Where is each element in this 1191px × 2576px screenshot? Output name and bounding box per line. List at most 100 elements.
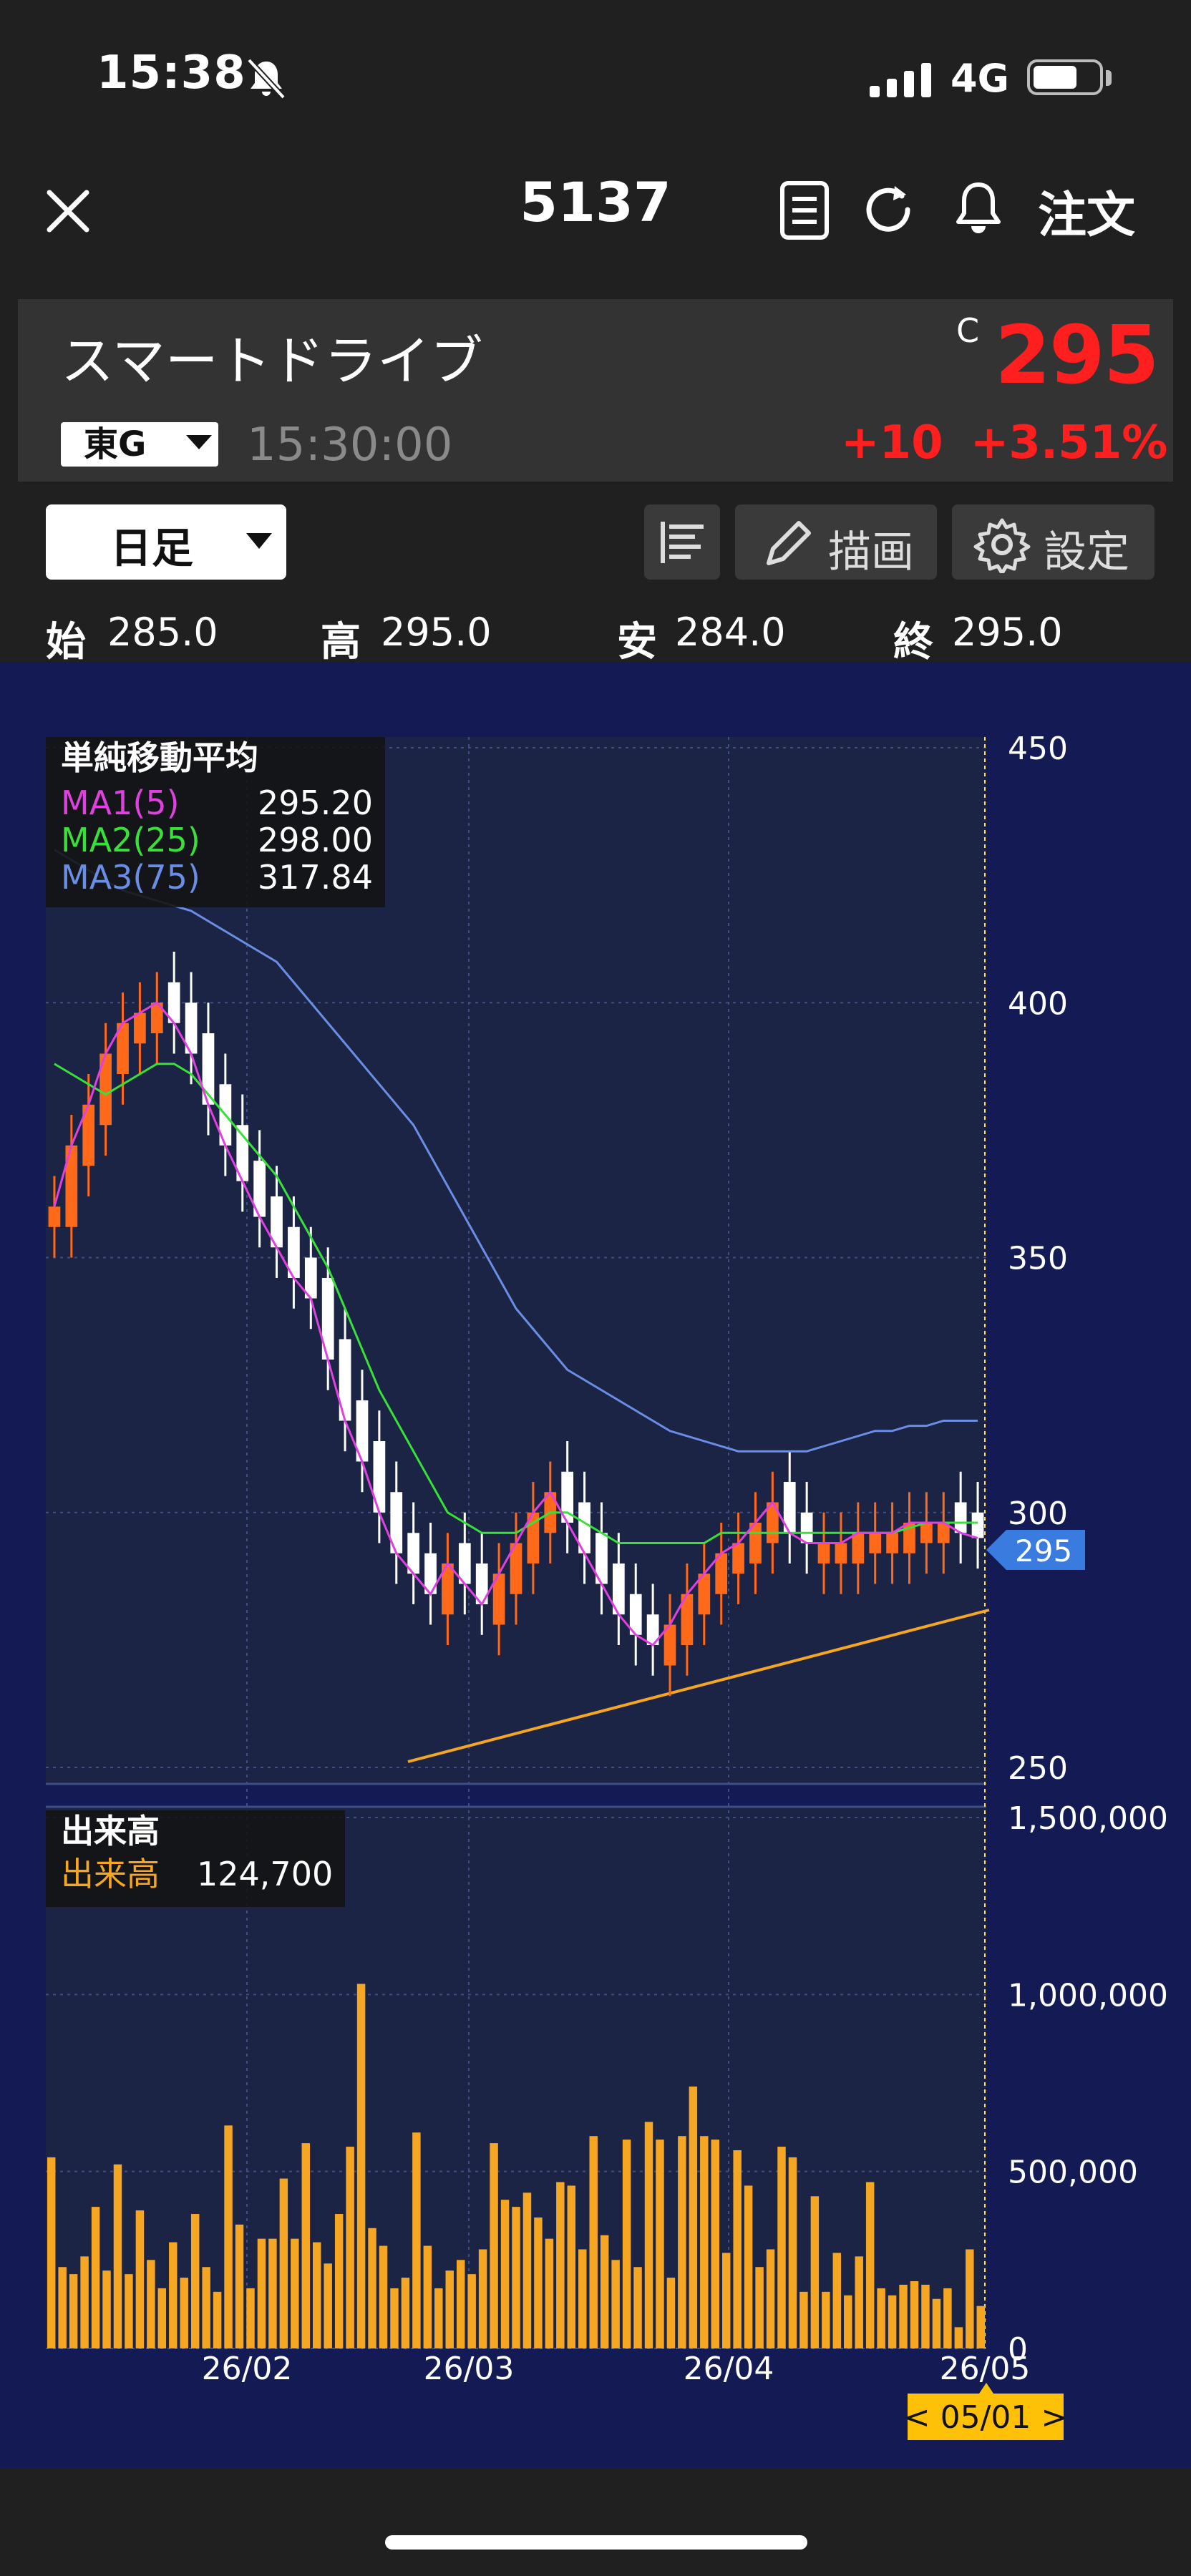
volume-bar [478, 2249, 487, 2348]
volume-bar [522, 2192, 532, 2348]
volume-bar [456, 2260, 465, 2348]
volume-tick-label: 1,000,000 [1008, 1977, 1168, 2014]
ma3-value: 317.84 [258, 858, 373, 897]
volume-bar [47, 2157, 56, 2348]
volume-bar [567, 2185, 576, 2348]
volume-bar [888, 2295, 897, 2348]
volume-bar [622, 2140, 631, 2348]
volume-bar [346, 2147, 354, 2348]
price-tick-label: 450 [1008, 731, 1068, 767]
date-tick-label: 26/05 [940, 2351, 1031, 2387]
date-cursor-label: < 05/01 > [904, 2399, 1068, 2436]
candle-body [48, 1206, 61, 1227]
volume-bar [966, 2249, 974, 2348]
volume-bar [721, 2253, 731, 2348]
volume-bar [600, 2235, 609, 2348]
volume-series-value: 124,700 [197, 1855, 333, 1893]
candle-body [732, 1543, 744, 1574]
volume-bar [401, 2278, 410, 2348]
volume-bar [534, 2217, 543, 2348]
volume-bar [379, 2245, 388, 2348]
volume-bar [356, 1984, 366, 2348]
volume-bar [788, 2157, 797, 2348]
price-tick-label: 400 [1008, 985, 1068, 1022]
volume-bar [832, 2253, 842, 2348]
ma-legend-title: 単純移動平均 [61, 738, 258, 777]
volume-bar [91, 2207, 100, 2348]
price-tick-label: 250 [1008, 1750, 1068, 1787]
volume-bar [799, 2291, 808, 2348]
volume-bar [301, 2143, 311, 2348]
volume-bar [656, 2140, 664, 2348]
volume-bar [313, 2242, 321, 2348]
volume-bar [412, 2132, 421, 2348]
volume-bar [190, 2214, 200, 2348]
volume-bar [324, 2263, 332, 2348]
volume-bar [910, 2281, 919, 2348]
candle-body [817, 1543, 830, 1563]
candle-body [835, 1543, 847, 1563]
volume-bar [224, 2125, 233, 2348]
volume-bar [334, 2214, 344, 2348]
volume-bar [700, 2136, 709, 2348]
volume-bar [180, 2278, 188, 2348]
volume-bar [169, 2242, 178, 2348]
candle-body [954, 1502, 967, 1533]
volume-bar [157, 2288, 167, 2348]
volume-bar [877, 2288, 885, 2348]
volume-bar [467, 2274, 476, 2348]
volume-bar [921, 2284, 930, 2348]
volume-bar [711, 2140, 719, 2348]
volume-bar [777, 2147, 786, 2348]
volume-bar [246, 2288, 255, 2348]
volume-bar [58, 2267, 67, 2348]
volume-bar [368, 2228, 376, 2348]
current-price-tag-label: 295 [1015, 1533, 1072, 1568]
ma1-value: 295.20 [258, 784, 373, 822]
chart-svg[interactable]: 450 400 350 300 250 1,500,000 1,000,000 500,000… [0, 0, 1191, 2576]
volume-bar [147, 2260, 155, 2348]
price-tick-label: 300 [1008, 1496, 1068, 1532]
volume-bar [390, 2288, 399, 2348]
volume-bar [644, 2122, 653, 2348]
volume-bar [80, 2256, 89, 2348]
volume-bar [855, 2256, 863, 2348]
date-tick-label: 26/03 [424, 2351, 515, 2387]
home-indicator[interactable] [385, 2535, 807, 2550]
volume-bar [844, 2295, 852, 2348]
volume-bar [899, 2284, 908, 2348]
volume-bar [268, 2238, 277, 2348]
volume-bar [733, 2150, 742, 2348]
candle-body [134, 1013, 146, 1044]
volume-bar [291, 2238, 299, 2348]
volume-bar [744, 2185, 753, 2348]
ma1-label: MA1(5) [61, 784, 180, 822]
volume-bar [755, 2267, 764, 2348]
date-tick-label: 26/02 [202, 2351, 293, 2387]
volume-bar [257, 2238, 266, 2348]
volume-bar [678, 2136, 686, 2348]
volume-legend-title: 出来高 [61, 1812, 160, 1850]
date-tick-label: 26/04 [684, 2351, 774, 2387]
volume-tick-label: 500,000 [1008, 2155, 1138, 2191]
volume-bar [545, 2238, 554, 2348]
volume-bar [954, 2327, 963, 2348]
price-tick-label: 350 [1008, 1241, 1068, 1277]
volume-bar [423, 2245, 432, 2348]
volume-bar [633, 2267, 642, 2348]
volume-bar [125, 2274, 133, 2348]
volume-bar [434, 2288, 443, 2348]
volume-tick-label: 1,500,000 [1008, 1800, 1168, 1837]
volume-bar [235, 2224, 244, 2348]
volume-bar [102, 2270, 111, 2348]
volume-bar [512, 2207, 520, 2348]
volume-bar [69, 2274, 78, 2348]
volume-bar [202, 2267, 210, 2348]
ma2-label: MA2(25) [61, 821, 200, 859]
candle-body [800, 1512, 813, 1543]
volume-bar [578, 2249, 587, 2348]
candle-body [886, 1533, 898, 1553]
volume-bar [589, 2136, 598, 2348]
volume-bar [213, 2291, 222, 2348]
volume-bar [666, 2278, 676, 2348]
